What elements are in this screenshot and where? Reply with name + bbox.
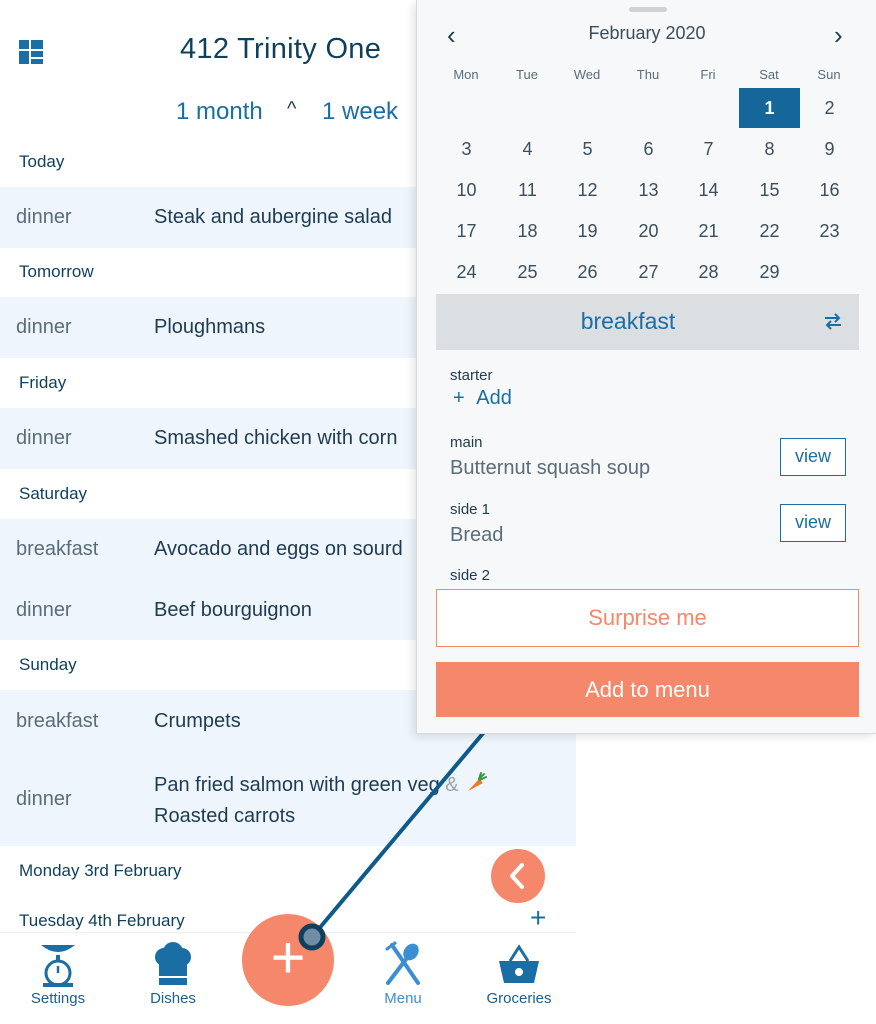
dish-name: Beef bourguignon: [154, 599, 312, 621]
course-label-side-1: side 1: [450, 501, 491, 518]
dish-ampersand: &: [445, 774, 459, 796]
dish-name: Avocado and eggs on sourd: [154, 538, 403, 560]
day-header-monday: Monday 3rd February: [19, 861, 182, 880]
nav-menu[interactable]: Menu: [353, 941, 453, 1007]
drag-handle[interactable]: [629, 7, 667, 12]
calendar-day[interactable]: 13: [618, 170, 679, 210]
page-title: 412 Trinity One: [180, 33, 382, 65]
add-starter-label: Add: [476, 387, 512, 409]
nav-settings-label: Settings: [30, 990, 86, 1007]
shopping-basket-icon: [499, 944, 539, 983]
calendar-day[interactable]: 23: [799, 211, 860, 251]
calendar-weekday-label: Mon: [453, 67, 479, 82]
calendar-weekday-label: Sun: [817, 67, 841, 82]
calendar-day[interactable]: 3: [436, 129, 497, 169]
range-month-option[interactable]: 1 month: [176, 98, 263, 126]
dish-main: Pan fried salmon with green veg: [154, 774, 440, 796]
add-meal-tuesday-button[interactable]: +: [530, 902, 546, 934]
view-side-1-button[interactable]: view: [780, 504, 846, 542]
dish-name: Steak and aubergine salad: [154, 206, 392, 228]
meal-type: dinner: [16, 599, 72, 621]
calendar-day[interactable]: 25: [497, 252, 558, 292]
calendar-next-month-button[interactable]: ›: [834, 20, 843, 51]
add-meal-fab-button[interactable]: +: [242, 914, 334, 1006]
swap-arrows-icon[interactable]: [822, 311, 844, 331]
nav-dishes-label: Dishes: [150, 990, 196, 1007]
add-to-menu-button[interactable]: Add to menu: [436, 662, 859, 717]
meal-type: dinner: [16, 788, 72, 810]
calendar-day[interactable]: 10: [436, 170, 497, 210]
range-toggle-caret-icon[interactable]: ^: [287, 98, 296, 121]
calendar-day[interactable]: 18: [497, 211, 558, 251]
calendar-day[interactable]: 17: [436, 211, 497, 251]
calendar-day[interactable]: 19: [557, 211, 618, 251]
calendar-day[interactable]: 21: [678, 211, 739, 251]
kitchen-scale-icon: [41, 945, 75, 987]
calendar-day[interactable]: 27: [618, 252, 679, 292]
nav-groceries-label: Groceries: [486, 990, 552, 1007]
calendar-day[interactable]: 12: [557, 170, 618, 210]
calendar-day[interactable]: 22: [739, 211, 800, 251]
meal-type: breakfast: [16, 710, 99, 732]
calendar-day[interactable]: 14: [678, 170, 739, 210]
meal-type-selector[interactable]: breakfast: [436, 294, 859, 350]
course-value-side-1: Bread: [450, 524, 504, 546]
calendar-day[interactable]: 6: [618, 129, 679, 169]
add-meal-panel: ‹ February 2020 › Mon Tue Wed Thu Fri Sat Sun …: [416, 0, 876, 734]
calendar-day[interactable]: 29: [739, 252, 800, 292]
calendar-day[interactable]: 26: [557, 252, 618, 292]
selected-meal-type: breakfast: [580, 308, 676, 334]
collapse-panel-button[interactable]: [491, 849, 545, 903]
chevron-left-icon: [510, 863, 524, 889]
add-starter-button[interactable]: + Add: [453, 387, 512, 410]
calendar-day-selected[interactable]: 1: [739, 88, 800, 128]
calendar-day[interactable]: 8: [739, 129, 800, 169]
dish-name: Ploughmans: [154, 316, 266, 338]
meal-type: breakfast: [16, 538, 99, 560]
calendar-day[interactable]: 2: [799, 88, 860, 128]
view-main-button[interactable]: view: [780, 438, 846, 476]
surprise-me-button[interactable]: Surprise me: [436, 589, 859, 647]
plus-icon: +: [453, 387, 465, 409]
calendar-day[interactable]: 20: [618, 211, 679, 251]
dashboard-grid-icon[interactable]: [19, 40, 43, 64]
meal-type: dinner: [16, 206, 72, 228]
calendar-weekday-label: Fri: [700, 67, 716, 82]
course-label-side-2: side 2: [450, 567, 491, 584]
calendar-month-title: February 2020: [588, 23, 706, 43]
chef-hat-icon: [155, 942, 191, 985]
calendar-day[interactable]: 9: [799, 129, 860, 169]
calendar-weekday-label: Tue: [516, 67, 538, 82]
calendar-weekday-label: Wed: [573, 67, 601, 82]
course-label-main: main: [450, 434, 483, 451]
course-label-starter: starter: [450, 367, 493, 384]
meal-row[interactable]: dinner Pan fried salmon with green veg &…: [0, 752, 576, 846]
calendar-day[interactable]: 24: [436, 252, 497, 292]
nav-settings[interactable]: Settings: [8, 941, 108, 1007]
dish-name-line1: Pan fried salmon with green veg &: [154, 770, 488, 801]
calendar-day[interactable]: 28: [678, 252, 739, 292]
calendar-day[interactable]: 7: [678, 129, 739, 169]
carrot-icon: [468, 772, 488, 791]
calendar-day[interactable]: 4: [497, 129, 558, 169]
calendar-weekday-label: Thu: [636, 67, 660, 82]
nav-menu-label: Menu: [384, 990, 422, 1007]
calendar-day[interactable]: 15: [739, 170, 800, 210]
meal-type: dinner: [16, 316, 72, 338]
range-week-option[interactable]: 1 week: [322, 98, 398, 126]
meal-type: dinner: [16, 427, 72, 449]
dish-name: Smashed chicken with corn: [154, 427, 398, 449]
utensils-icon: [385, 941, 420, 985]
calendar-weekday-label: Sat: [759, 67, 779, 82]
dish-name-line2: Roasted carrots: [154, 805, 296, 827]
dish-name: Crumpets: [154, 710, 241, 732]
calendar-day[interactable]: 5: [557, 129, 618, 169]
nav-groceries[interactable]: Groceries: [469, 941, 569, 1007]
calendar-day[interactable]: 11: [497, 170, 558, 210]
nav-dishes[interactable]: Dishes: [123, 941, 223, 1007]
calendar-day[interactable]: 16: [799, 170, 860, 210]
course-value-main: Butternut squash soup: [450, 457, 651, 479]
